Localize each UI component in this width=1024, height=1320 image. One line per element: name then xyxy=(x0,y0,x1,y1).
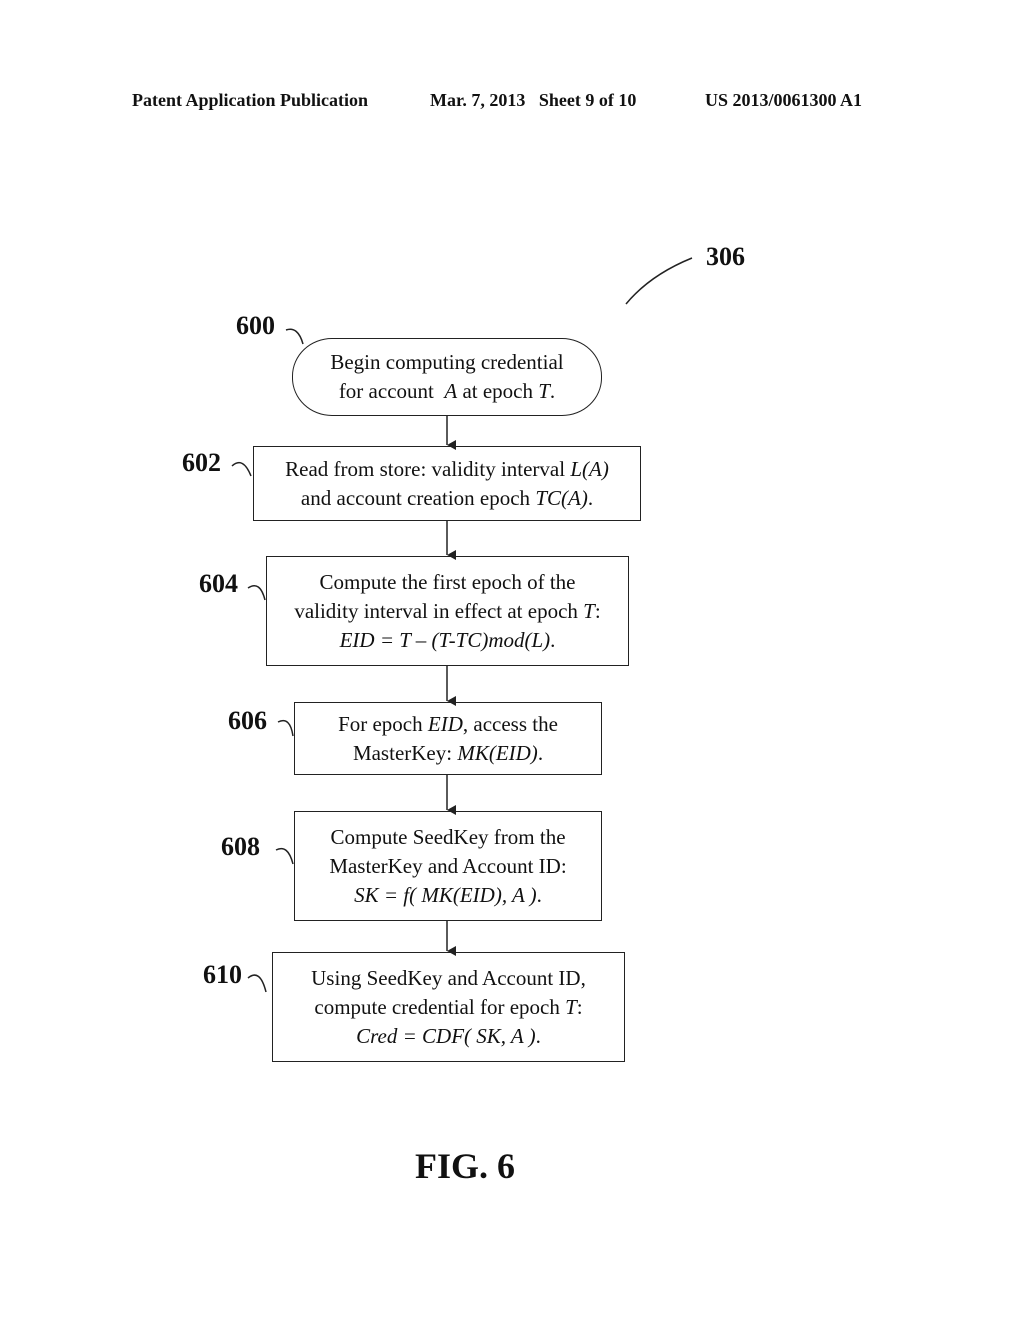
connectors-layer xyxy=(231,257,693,993)
leader-608 xyxy=(275,847,294,865)
leader-602 xyxy=(231,461,252,477)
leader-606 xyxy=(277,719,294,737)
leader-604 xyxy=(247,585,266,601)
figure-ref-leader-line xyxy=(625,257,693,305)
leader-600 xyxy=(285,328,304,345)
figure-caption: FIG. 6 xyxy=(414,1146,515,1186)
leader-610 xyxy=(247,974,267,993)
